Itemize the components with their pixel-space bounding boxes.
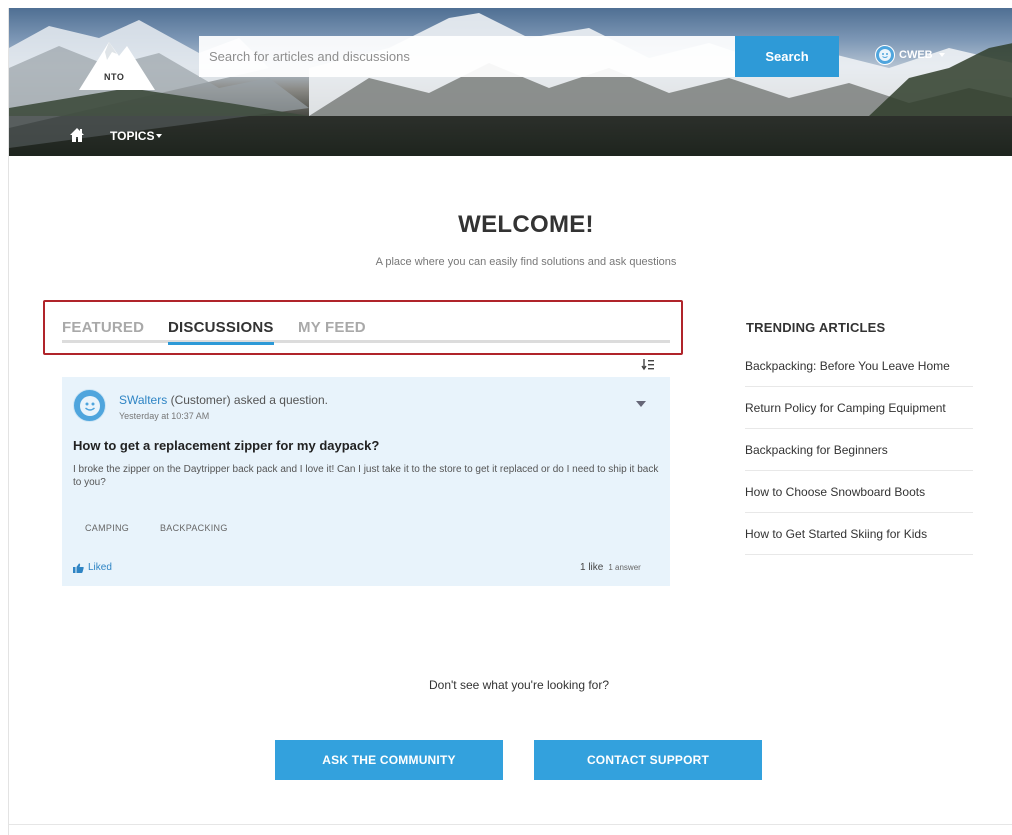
like-count: 1 like: [580, 562, 604, 573]
author-avatar[interactable]: [73, 389, 106, 422]
ask-community-button[interactable]: ASK THE COMMUNITY: [275, 740, 503, 780]
tab-discussions[interactable]: DISCUSSIONS: [168, 319, 274, 345]
tab-featured[interactable]: FEATURED: [62, 319, 144, 336]
author-link[interactable]: SWalters: [119, 393, 167, 407]
answer-count: 1 answer: [608, 563, 641, 572]
search-bar: Search: [199, 36, 839, 77]
user-name: CWEB: [899, 49, 933, 61]
trending-articles-list: Backpacking: Before You Leave Home Retur…: [745, 345, 973, 555]
thumbs-up-icon: [73, 563, 84, 573]
chevron-down-icon: [938, 53, 945, 57]
chevron-down-icon: [156, 134, 163, 138]
logo-text: NTO: [104, 72, 125, 82]
author-meta: (Customer) asked a question.: [167, 393, 328, 407]
feed-item-question: SWalters (Customer) asked a question. Ye…: [62, 377, 670, 586]
user-avatar-icon: [79, 395, 100, 416]
help-prompt: Don't see what you're looking for?: [428, 678, 610, 692]
liked-label: Liked: [88, 562, 112, 573]
question-body: I broke the zipper on the Daytripper bac…: [73, 464, 659, 488]
trending-article-link[interactable]: Backpacking: Before You Leave Home: [745, 345, 973, 387]
topics-menu[interactable]: TOPICS: [110, 129, 163, 143]
feed-tabs: FEATURED DISCUSSIONS MY FEED: [62, 319, 670, 345]
trending-article-link[interactable]: Backpacking for Beginners: [745, 429, 973, 471]
home-icon[interactable]: [69, 127, 85, 143]
like-button[interactable]: Liked: [73, 562, 112, 573]
post-timestamp[interactable]: Yesterday at 10:37 AM: [119, 411, 209, 421]
post-stats: 1 like 1 answer: [580, 562, 641, 573]
divider: [9, 824, 1012, 825]
page-tagline: A place where you can easily find soluti…: [375, 256, 677, 268]
question-title[interactable]: How to get a replacement zipper for my d…: [73, 438, 379, 453]
trending-articles-heading: TRENDING ARTICLES: [746, 320, 886, 335]
tab-my-feed[interactable]: MY FEED: [298, 319, 366, 336]
trending-article-link[interactable]: How to Choose Snowboard Boots: [745, 471, 973, 513]
topic-tag[interactable]: CAMPING: [85, 523, 129, 533]
community-page: NTO Search CWEB TOPICS WELCOME! A place …: [8, 8, 1012, 835]
user-menu[interactable]: CWEB: [875, 43, 945, 67]
trending-article-link[interactable]: How to Get Started Skiing for Kids: [745, 513, 973, 555]
search-input[interactable]: [199, 36, 735, 77]
page-title: WELCOME!: [458, 211, 594, 238]
search-button[interactable]: Search: [735, 36, 839, 77]
topics-label: TOPICS: [110, 129, 155, 143]
header-banner: NTO Search CWEB TOPICS: [9, 8, 1012, 156]
user-avatar-icon: [875, 45, 895, 65]
contact-support-button[interactable]: CONTACT SUPPORT: [534, 740, 762, 780]
sort-icon[interactable]: [641, 358, 655, 372]
topic-tag[interactable]: BACKPACKING: [160, 523, 228, 533]
author-line: SWalters (Customer) asked a question.: [119, 393, 328, 407]
trending-article-link[interactable]: Return Policy for Camping Equipment: [745, 387, 973, 429]
post-actions-chevron-down-icon[interactable]: [636, 401, 646, 407]
